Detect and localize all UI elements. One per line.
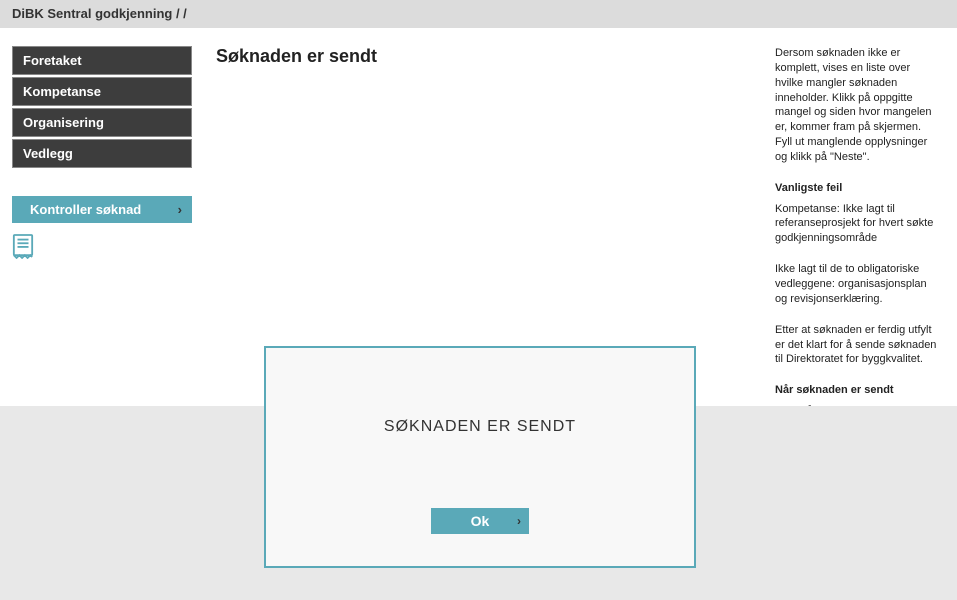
chevron-right-icon: › xyxy=(517,514,521,528)
help-text: Ikke lagt til de to obligatoriske vedleg… xyxy=(775,262,941,307)
control-application-label: Kontroller søknad xyxy=(22,202,141,217)
sidebar-item-label: Vedlegg xyxy=(23,146,73,161)
help-panel: Dersom søknaden ikke er komplett, vises … xyxy=(775,46,945,465)
ok-button[interactable]: Ok › xyxy=(431,508,529,534)
sidebar-item-organisering[interactable]: Organisering xyxy=(12,108,192,137)
help-text: Kompetanse: Ikke lagt til referanseprosj… xyxy=(775,202,941,247)
help-text: Etter at søknaden er ferdig utfylt er de… xyxy=(775,323,941,368)
sidebar-item-label: Kompetanse xyxy=(23,84,101,99)
sidebar-item-foretaket[interactable]: Foretaket xyxy=(12,46,192,75)
sidebar-item-kompetanse[interactable]: Kompetanse xyxy=(12,77,192,106)
chevron-right-icon: › xyxy=(170,202,182,217)
help-heading: Når søknaden er sendt xyxy=(775,383,941,398)
receipt-icon[interactable] xyxy=(12,233,34,259)
help-heading: Vanligste feil xyxy=(775,181,941,196)
confirmation-modal: SØKNADEN ER SENDT Ok › xyxy=(264,346,696,568)
page-title: Søknaden er sendt xyxy=(216,46,751,67)
ok-button-label: Ok xyxy=(471,513,490,529)
sidebar-item-label: Organisering xyxy=(23,115,104,130)
sidebar-item-vedlegg[interactable]: Vedlegg xyxy=(12,139,192,168)
help-text: Dersom søknaden ikke er komplett, vises … xyxy=(775,46,941,165)
app-title: DiBK Sentral godkjenning / / xyxy=(12,6,187,21)
sidebar-item-label: Foretaket xyxy=(23,53,82,68)
control-application-button[interactable]: Kontroller søknad › xyxy=(12,196,192,223)
sidebar: Foretaket Kompetanse Organisering Vedleg… xyxy=(12,46,192,465)
modal-title: SØKNADEN ER SENDT xyxy=(384,418,576,436)
app-header: DiBK Sentral godkjenning / / xyxy=(0,0,957,28)
